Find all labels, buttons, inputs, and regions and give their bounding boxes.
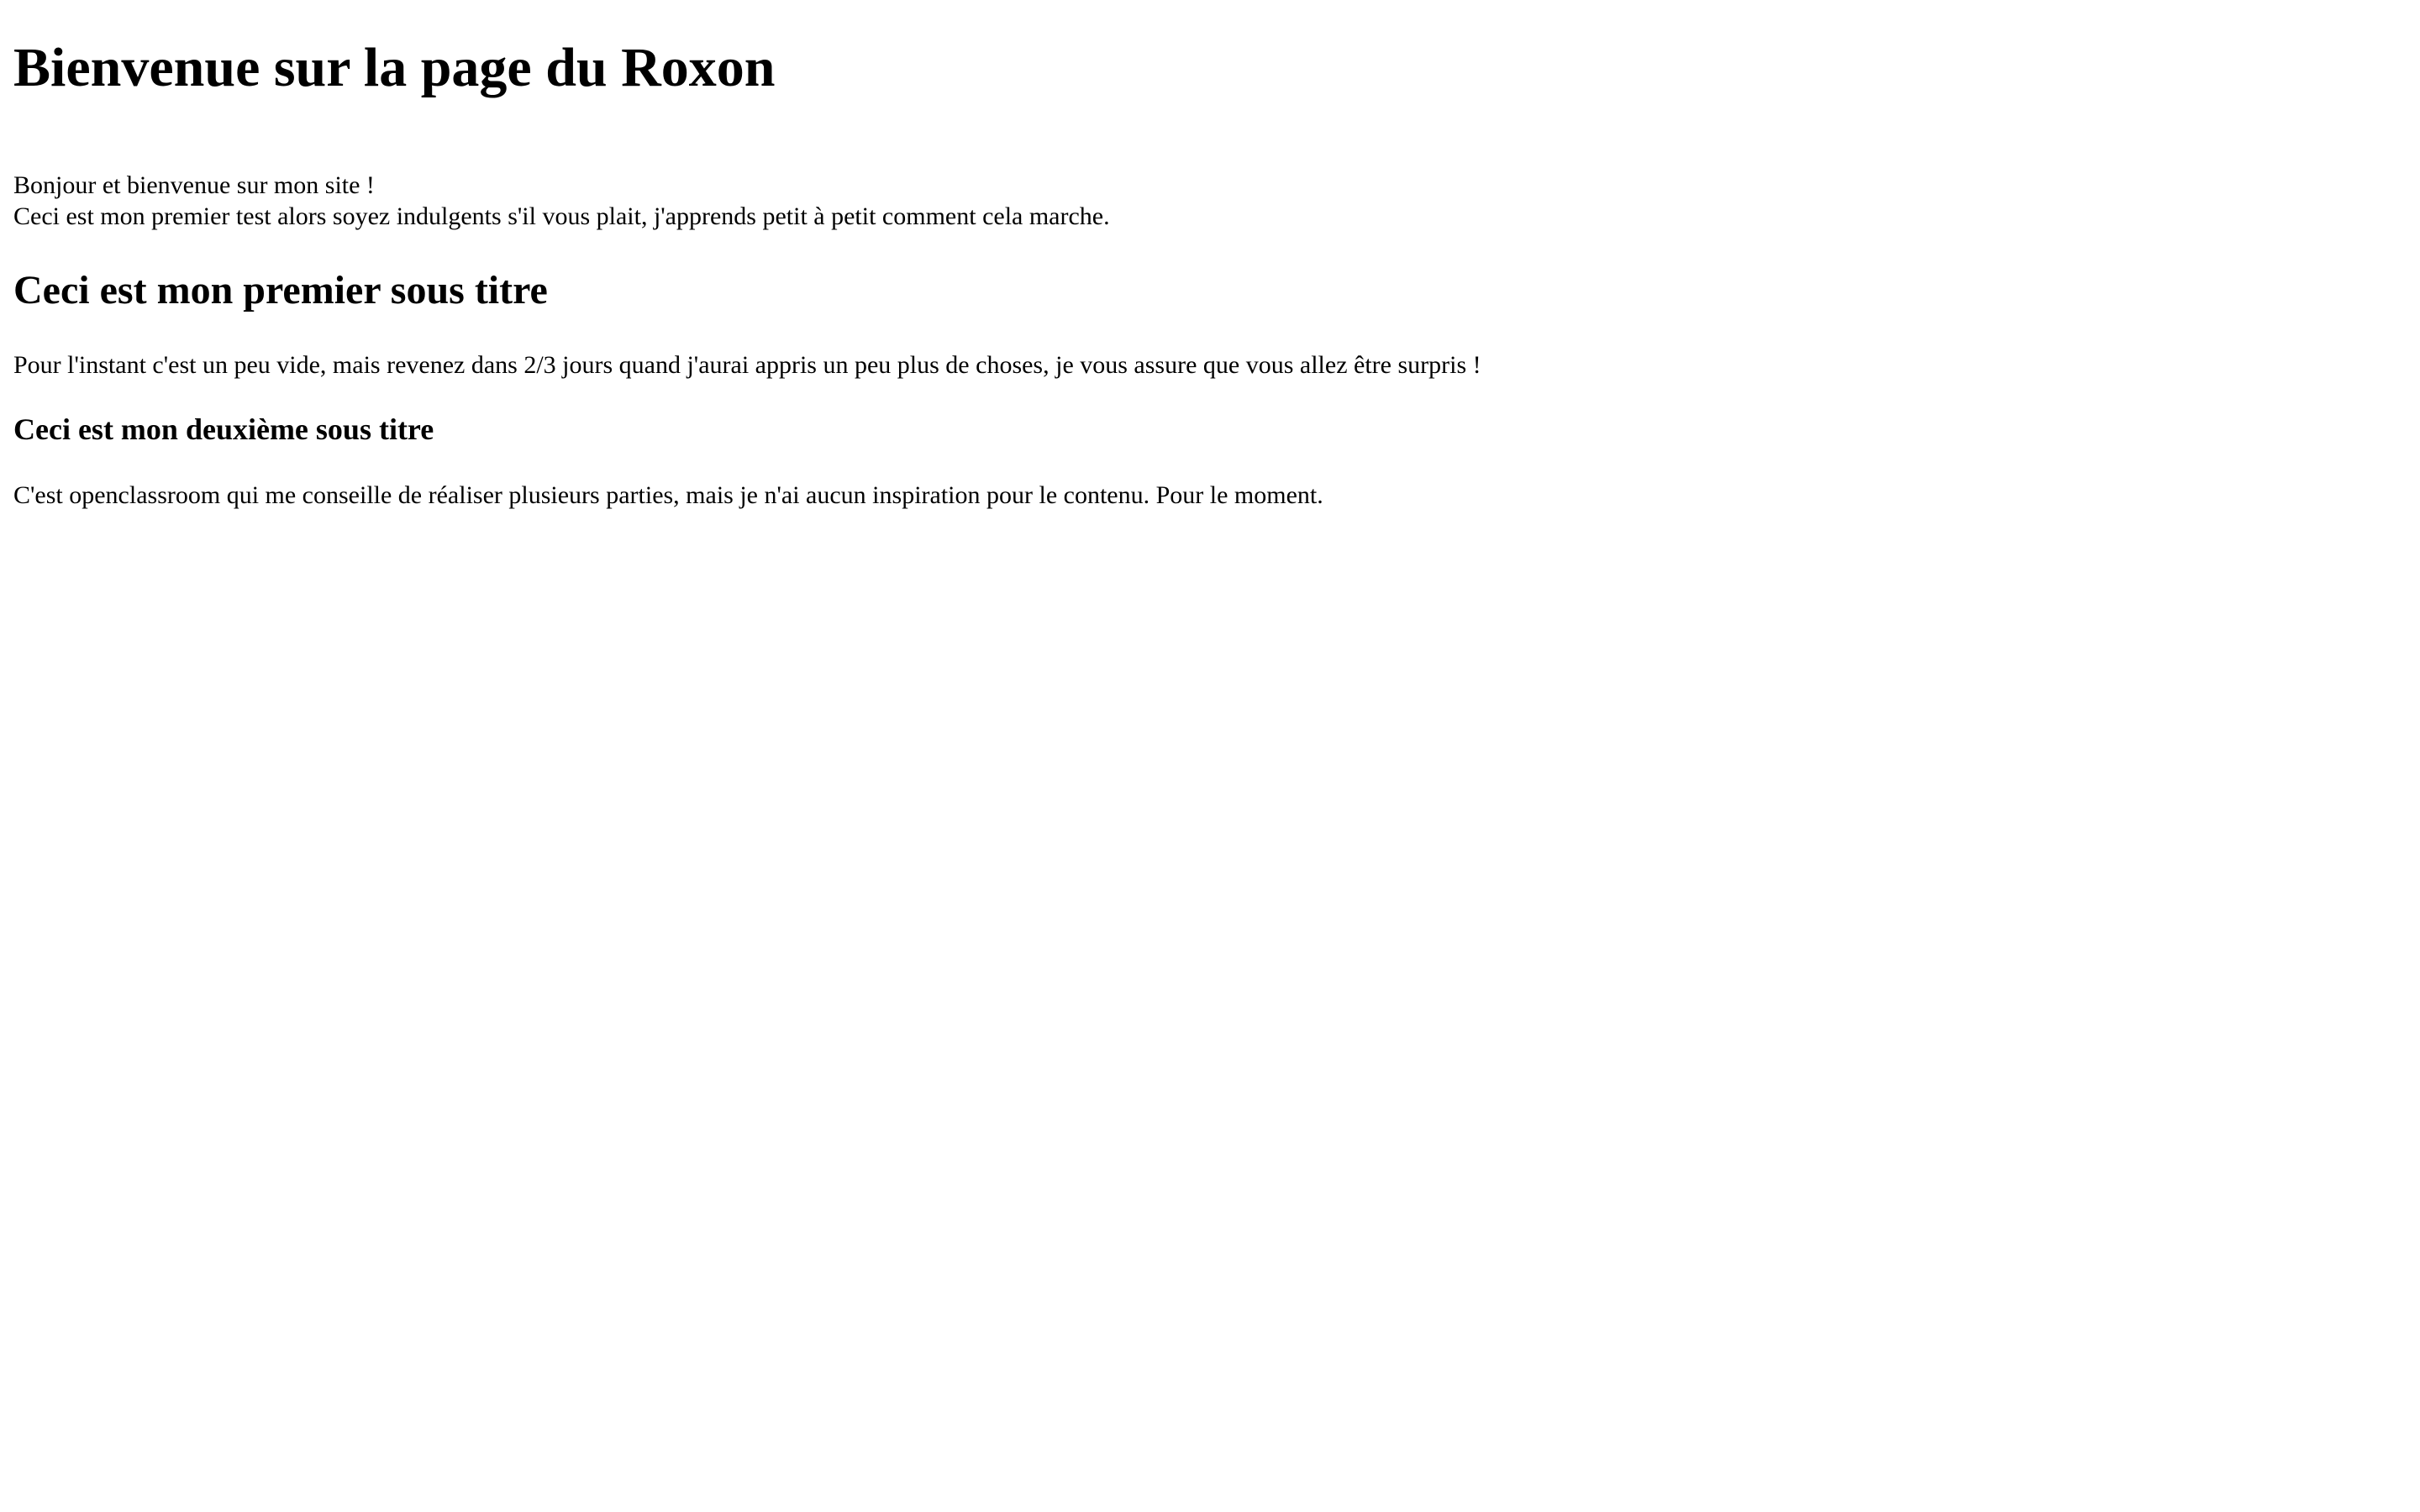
- intro-line-disclaimer: Ceci est mon premier test alors soyez in…: [13, 202, 1110, 230]
- section1-paragraph: Pour l'instant c'est un peu vide, mais r…: [13, 351, 1481, 379]
- page-title: Bienvenue sur la page du Roxon: [13, 37, 776, 98]
- section1-heading: Ceci est mon premier sous titre: [13, 268, 548, 312]
- section2-heading: Ceci est mon deuxième sous titre: [13, 412, 434, 446]
- intro-line-welcome: Bonjour et bienvenue sur mon site !: [13, 171, 375, 199]
- page-content: Bienvenue sur la page du Roxon Bonjour e…: [0, 0, 2420, 511]
- intro-paragraph: Bonjour et bienvenue sur mon site ! Ceci…: [13, 101, 2407, 232]
- section2-paragraph: C'est openclassroom qui me conseille de …: [13, 481, 1323, 509]
